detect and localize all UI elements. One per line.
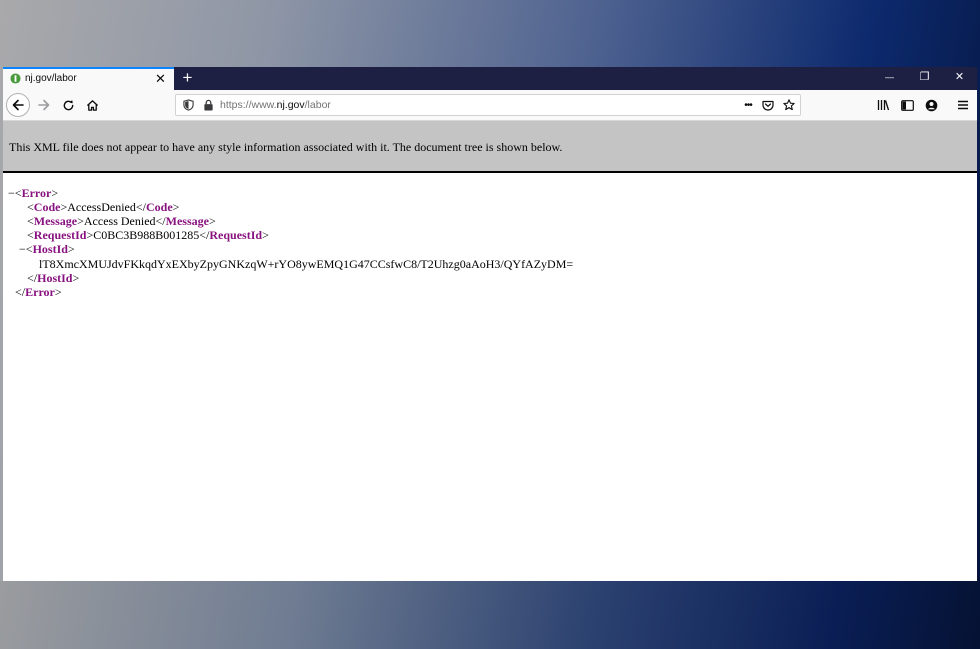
xml-error-close: </Error>: [15, 285, 62, 299]
collapse-toggle[interactable]: −: [8, 186, 15, 200]
xml-bracket: >: [51, 186, 59, 200]
xml-bracket: <: [27, 200, 34, 214]
back-button[interactable]: [6, 93, 30, 117]
browser-window: nj.gov/labor ✕ + — ❐ ✕ https://www.nj.go…: [3, 67, 977, 581]
xml-tag-requestid: RequestId: [209, 228, 263, 242]
sidebar-icon: [900, 99, 914, 111]
xml-info-banner: This XML file does not appear to have an…: [3, 121, 977, 173]
xml-code-line: <Code>AccessDenied</Code>: [27, 200, 179, 214]
library-button[interactable]: [872, 94, 894, 116]
new-tab-button[interactable]: +: [179, 68, 196, 87]
xml-bracket: >: [262, 228, 269, 242]
xml-bracket: <: [14, 186, 22, 200]
xml-bracket: >: [77, 214, 84, 228]
xml-tag-message: Message: [165, 214, 209, 228]
forward-button[interactable]: [33, 94, 55, 116]
pocket-icon: [762, 100, 774, 111]
url-path: /labor: [304, 99, 331, 111]
xml-bracket: </: [27, 271, 38, 285]
tab-close-button[interactable]: ✕: [154, 72, 167, 85]
back-arrow-icon: [12, 99, 24, 111]
xml-bracket: </: [199, 228, 210, 242]
xml-hostid-open: −<HostId>: [19, 242, 75, 256]
xml-hostid-close: </HostId>: [27, 271, 79, 285]
star-icon: [783, 99, 795, 111]
xml-bracket: >: [67, 242, 75, 256]
close-window-button[interactable]: ✕: [942, 67, 977, 88]
xml-bracket: >: [172, 200, 180, 214]
xml-bracket: </: [155, 214, 166, 228]
forward-arrow-icon: [38, 99, 50, 111]
reload-icon: [63, 99, 73, 110]
xml-tag-code: Code: [33, 200, 61, 214]
url-text[interactable]: https://www.nj.gov/labor: [220, 99, 331, 111]
xml-bracket: >: [208, 214, 216, 228]
xml-bracket: >: [54, 285, 62, 299]
xml-code-value: AccessDenied: [67, 200, 136, 214]
xml-message-line: <Message>Access Denied</Message>: [27, 214, 216, 228]
collapse-toggle[interactable]: −: [19, 242, 26, 256]
xml-tag-hostid: HostId: [32, 242, 68, 256]
hamburger-menu-icon: [958, 100, 968, 110]
xml-requestid-value: C0BC3B988B001285: [93, 228, 200, 242]
sidebar-button[interactable]: [896, 94, 918, 116]
desktop-background-band: [0, 581, 980, 649]
shield-icon: [182, 99, 194, 111]
xml-bracket: </: [135, 200, 146, 214]
home-icon: [86, 99, 98, 111]
home-button[interactable]: [81, 94, 103, 116]
minimize-button[interactable]: —: [872, 67, 907, 88]
page-actions-button[interactable]: •••: [739, 98, 757, 112]
account-icon: [925, 99, 937, 111]
xml-tag-requestid: RequestId: [33, 228, 87, 242]
bookmark-button[interactable]: [782, 98, 796, 112]
menu-button[interactable]: [952, 94, 974, 116]
xml-bracket: <: [27, 228, 34, 242]
site-favicon-icon: [10, 73, 21, 84]
xml-tag-error: Error: [21, 186, 52, 200]
library-icon: [877, 100, 889, 111]
lock-icon: [203, 99, 213, 111]
restore-button[interactable]: ❐: [907, 67, 942, 88]
tab-title: nj.gov/labor: [25, 73, 77, 84]
xml-info-message: This XML file does not appear to have an…: [9, 140, 563, 154]
url-host: nj.gov: [276, 99, 305, 111]
tab-nj-gov-labor[interactable]: nj.gov/labor ✕: [3, 67, 174, 90]
xml-bracket: <: [27, 214, 34, 228]
tab-strip: nj.gov/labor ✕ + — ❐ ✕: [3, 67, 977, 90]
xml-tag-message: Message: [33, 214, 78, 228]
xml-error-open: −<Error>: [8, 186, 58, 200]
xml-tag-error: Error: [25, 285, 55, 299]
site-identity-button[interactable]: [201, 98, 215, 112]
url-bar[interactable]: https://www.nj.gov/labor •••: [175, 94, 801, 116]
xml-bracket: </: [15, 285, 26, 299]
xml-tag-code: Code: [145, 200, 173, 214]
minimize-icon: —: [885, 72, 894, 82]
xml-requestid-line: <RequestId>C0BC3B988B001285</RequestId>: [27, 228, 269, 242]
pocket-button[interactable]: [761, 98, 775, 112]
xml-tag-hostid: HostId: [37, 271, 73, 285]
tracking-protection-button[interactable]: [181, 98, 195, 112]
xml-bracket: <: [25, 242, 33, 256]
xml-message-value: Access Denied: [83, 214, 156, 228]
url-scheme: https://www.: [220, 99, 277, 111]
restore-icon: ❐: [919, 71, 930, 83]
xml-hostid-value: lT8XmcXMUJdvFKkqdYxEXbyZpyGNKzqW+rYO8ywE…: [39, 257, 574, 271]
account-button[interactable]: [920, 94, 942, 116]
xml-bracket: >: [72, 271, 80, 285]
navigation-toolbar: https://www.nj.gov/labor •••: [3, 90, 977, 121]
close-icon: ✕: [954, 71, 965, 83]
reload-button[interactable]: [57, 94, 79, 116]
